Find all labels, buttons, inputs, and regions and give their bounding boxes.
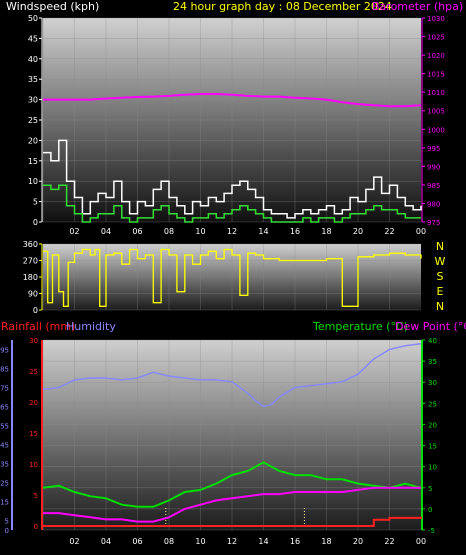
- humidity-y-tick: 75: [0, 385, 9, 393]
- wind-y-tick: 40: [28, 55, 38, 64]
- charts-canvas: 0510152025303540455097598098599099510001…: [0, 14, 446, 546]
- rainfall-y-tick: 5: [34, 492, 38, 500]
- humidity-y-tick: 55: [0, 423, 9, 431]
- humidity-y-tick: 35: [0, 461, 9, 469]
- wind-y-tick: 0: [33, 218, 38, 227]
- direction-y-tick: 90: [28, 290, 38, 299]
- temperature-y-tick: 40: [428, 337, 437, 345]
- wind-y-tick: 5: [33, 198, 38, 207]
- rainfall-y-tick: 10: [29, 461, 38, 469]
- wind-x-tick: 16: [290, 227, 300, 236]
- temp-x-tick: 00: [416, 537, 426, 546]
- temperature-y-tick: 15: [428, 443, 437, 451]
- wind-y-tick: 25: [28, 116, 38, 125]
- temp-x-tick: 22: [384, 537, 394, 546]
- humidity-y-tick: 5: [5, 518, 9, 526]
- direction-y-tick: 360: [23, 240, 38, 249]
- compass-s: S: [437, 270, 444, 283]
- wind-y-tick: 15: [28, 157, 38, 166]
- wind-y-tick: 20: [28, 136, 38, 145]
- barometer-y-tick: 1020: [427, 52, 445, 60]
- temp-x-tick: 20: [353, 537, 363, 546]
- temperature-y-tick: 0: [428, 506, 432, 514]
- compass-n: N: [436, 300, 444, 313]
- direction-y-tick: 180: [23, 273, 38, 282]
- barometer-y-tick: 975: [427, 219, 440, 227]
- barometer-y-tick: 995: [427, 145, 440, 153]
- wind-x-tick: 22: [384, 227, 394, 236]
- compass-w: W: [435, 255, 446, 268]
- wind-x-tick: 10: [195, 227, 205, 236]
- humidity-y-tick: 15: [0, 499, 9, 507]
- temperature-y-tick: 30: [428, 379, 437, 387]
- direction-y-tick: 270: [23, 257, 38, 266]
- temp-x-tick: 12: [227, 537, 237, 546]
- humidity-y-tick: 25: [0, 480, 9, 488]
- rainfall-y-tick: 30: [29, 337, 38, 345]
- temperature-y-tick: -5: [428, 527, 435, 535]
- temp-x-tick: 04: [101, 537, 111, 546]
- temperature-y-tick: 10: [428, 464, 437, 472]
- wind-x-tick: 20: [353, 227, 363, 236]
- wind-x-tick: 12: [227, 227, 237, 236]
- compass-e: E: [437, 285, 444, 298]
- temp-x-tick: 14: [258, 537, 268, 546]
- barometer-y-tick: 1010: [427, 89, 445, 97]
- temp-x-tick: 08: [164, 537, 174, 546]
- barometer-y-tick: 985: [427, 182, 440, 190]
- wind-y-tick: 35: [28, 75, 38, 84]
- temperature-y-tick: 35: [428, 358, 437, 366]
- humidity-y-tick: 45: [0, 442, 9, 450]
- temperature-y-tick: 20: [428, 421, 437, 429]
- wind-x-tick: 08: [164, 227, 174, 236]
- barometer-y-tick: 980: [427, 200, 440, 208]
- wind-x-tick: 00: [416, 227, 426, 236]
- barometer-y-tick: 990: [427, 163, 440, 171]
- wind-y-tick: 45: [28, 34, 38, 43]
- wind-y-tick: 30: [28, 96, 38, 105]
- barometer-y-tick: 1030: [427, 15, 445, 23]
- wind-x-tick: 18: [321, 227, 331, 236]
- humidity-y-tick: 0: [5, 527, 9, 535]
- wind-y-tick: 10: [28, 177, 38, 186]
- barometer-y-tick: 1025: [427, 34, 445, 42]
- barometer-y-tick: 1005: [427, 108, 445, 116]
- temp-x-tick: 16: [290, 537, 300, 546]
- barometer-y-tick: 1000: [427, 126, 445, 134]
- wind-x-tick: 14: [258, 227, 268, 236]
- compass-n: N: [436, 240, 444, 253]
- wind-x-tick: 02: [69, 227, 79, 236]
- barometer-y-tick: 1015: [427, 71, 445, 79]
- temperature-y-tick: 5: [428, 485, 432, 493]
- humidity-y-tick: 95: [0, 347, 9, 355]
- rainfall-y-tick: 0: [34, 523, 38, 531]
- temp-x-tick: 02: [69, 537, 79, 546]
- wind-x-tick: 04: [101, 227, 111, 236]
- humidity-y-tick: 85: [0, 366, 9, 374]
- temp-x-tick: 06: [132, 537, 142, 546]
- humidity-y-tick: 65: [0, 404, 9, 412]
- temp-x-tick: 18: [321, 537, 331, 546]
- rainfall-y-tick: 25: [29, 368, 38, 376]
- temperature-y-tick: 25: [428, 400, 437, 408]
- wind-x-tick: 06: [132, 227, 142, 236]
- direction-y-tick: 0: [33, 306, 38, 315]
- rainfall-y-tick: 15: [29, 430, 38, 438]
- wind-y-tick: 50: [28, 14, 38, 23]
- rainfall-y-tick: 20: [29, 399, 38, 407]
- weather-graphs: Windspeed (kph) 24 hour graph day : 08 D…: [0, 0, 466, 555]
- temp-x-tick: 10: [195, 537, 205, 546]
